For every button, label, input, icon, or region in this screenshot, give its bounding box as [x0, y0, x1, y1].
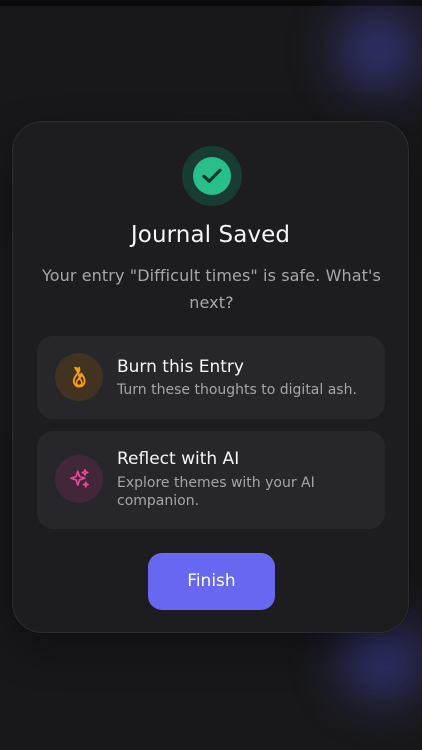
finish-button[interactable]: Finish — [148, 553, 275, 610]
top-right-ambient-glow — [318, 0, 422, 105]
sparkles-icon — [70, 468, 89, 488]
reflect-ai-description: Explore themes with your AI companion. — [117, 475, 315, 509]
success-dot — [193, 157, 231, 195]
reflect-ai-option[interactable]: Reflect with AI Explore themes with your… — [37, 431, 385, 529]
burn-entry-description: Turn these thoughts to digital ash. — [117, 382, 357, 398]
journal-saved-dialog: Journal Saved Your entry "Difficult time… — [12, 121, 409, 633]
success-indicator — [182, 146, 242, 206]
burn-icon-badge — [55, 353, 103, 401]
burn-entry-option[interactable]: Burn this Entry Turn these thoughts to d… — [37, 336, 385, 419]
reflect-icon-badge — [55, 455, 103, 503]
checkmark-icon — [202, 168, 222, 183]
dialog-title: Journal Saved — [130, 222, 291, 248]
reflect-ai-title: Reflect with AI — [117, 449, 240, 469]
flame-icon — [72, 366, 86, 388]
burn-entry-title: Burn this Entry — [117, 357, 244, 377]
dialog-subtitle: Your entry "Difficult times" is safe. Wh… — [42, 266, 381, 312]
journal-saved-screen: Journal Saved Your entry "Difficult time… — [0, 0, 422, 750]
